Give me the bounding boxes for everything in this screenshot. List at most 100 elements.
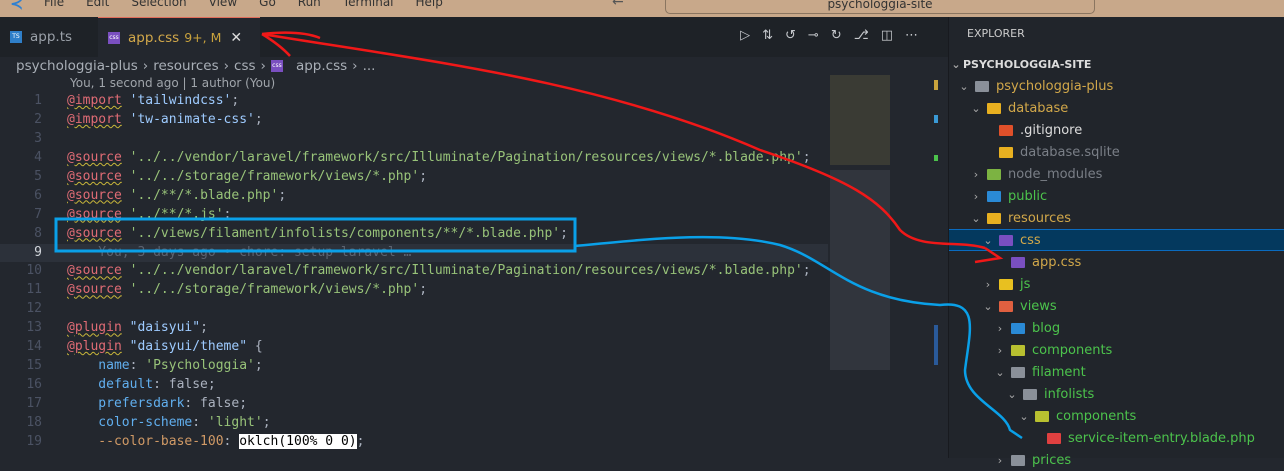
tree-item-label: blog (1032, 320, 1061, 336)
breadcrumb-item[interactable]: app.css (296, 58, 347, 74)
folder-icon (975, 80, 989, 92)
code-line[interactable]: 10 @source '../../vendor/laravel/framewor… (0, 262, 828, 281)
tree-item[interactable]: app.css (949, 251, 1284, 273)
tree-item[interactable]: ⌄ infolists (949, 383, 1284, 405)
code-editor[interactable]: 1 @import 'tailwindcss'; 2 @import 'tw-anim… (0, 92, 828, 452)
tree-item[interactable]: ⌄ views (949, 295, 1284, 317)
tree-item[interactable]: › components (949, 339, 1284, 361)
code-line[interactable]: 9 You, 3 days ago • chore: setup laravel… (0, 243, 828, 263)
menu-go[interactable]: Go (259, 0, 276, 9)
menu-view[interactable]: View (209, 0, 237, 9)
workspace-root[interactable]: ⌄ PSYCHOLOGGIA-SITE (949, 53, 1284, 75)
tree-item-label: database.sqlite (1020, 144, 1120, 160)
menu-run[interactable]: Run (298, 0, 321, 9)
token: prefersdark (67, 396, 185, 411)
tree-item[interactable]: ⌄ components (949, 405, 1284, 427)
line-number: 1 (34, 93, 42, 108)
line-text: @source '../../storage/framework/views/*… (67, 168, 427, 187)
folder-icon (999, 234, 1013, 246)
line-number: 5 (34, 168, 42, 184)
split-editor-icon[interactable]: ◫ (881, 28, 893, 43)
tree-item[interactable]: ⌄ css (949, 229, 1284, 251)
code-line[interactable]: 8 @source '../views/filament/infolists/co… (0, 225, 828, 244)
code-line[interactable]: 14 @plugin "daisyui/theme" { (0, 338, 828, 357)
tree-item[interactable]: ⌄ resources (949, 207, 1284, 229)
tree-item[interactable]: .gitignore (949, 119, 1284, 141)
editor-actions: ▷ ⇅ ↺ ⊸ ↻ ⎇ ◫ ⋯ (740, 28, 918, 43)
back-arrow-icon[interactable]: ← (612, 0, 624, 10)
token: '../../vendor/laravel/framework/src/Illu… (129, 263, 803, 279)
line-text: @import 'tailwindcss'; (67, 92, 239, 111)
token: ; (802, 149, 811, 165)
code-line[interactable]: 3 (0, 130, 828, 149)
code-line[interactable]: 4 @source '../../vendor/laravel/framework… (0, 149, 828, 168)
commit-icon[interactable]: ⊸ (808, 28, 819, 43)
line-number: 12 (26, 301, 42, 317)
token: 'tw-animate-css' (129, 111, 255, 127)
revert-icon[interactable]: ↺ (785, 28, 796, 43)
token: : (129, 358, 146, 374)
token: @source (67, 263, 122, 279)
line-text: @plugin "daisyui"; (67, 319, 208, 338)
menu-help[interactable]: Help (416, 0, 443, 9)
tree-item[interactable]: database.sqlite (949, 141, 1284, 163)
token: oklch(100% 0 0) (239, 433, 357, 449)
forward-icon[interactable]: ↻ (831, 28, 842, 43)
menu-terminal[interactable]: Terminal (343, 0, 394, 9)
tree-item[interactable]: › public (949, 185, 1284, 207)
line-number: 3 (34, 130, 42, 146)
close-icon[interactable]: ✕ (230, 30, 242, 46)
code-line[interactable]: 6 @source '../**/*.blade.php'; (0, 187, 828, 206)
line-number: 14 (26, 339, 42, 355)
run-icon[interactable]: ▷ (740, 28, 750, 43)
tree-item[interactable]: ⌄ filament (949, 361, 1284, 383)
breadcrumb-item[interactable]: css (234, 58, 256, 74)
tree-item[interactable]: › js (949, 273, 1284, 295)
code-line[interactable]: 18 color-scheme: 'light'; (0, 414, 828, 433)
tree-item[interactable]: › prices (949, 449, 1284, 471)
line-number: 9 (34, 244, 42, 260)
tree-item[interactable]: › node_modules (949, 163, 1284, 185)
code-line[interactable]: 1 @import 'tailwindcss'; (0, 92, 828, 111)
line-text: @source '../views/filament/infolists/com… (67, 225, 568, 244)
code-line[interactable]: 16 default: false; (0, 376, 828, 395)
menu-selection[interactable]: Selection (131, 0, 186, 9)
compare-icon[interactable]: ⇅ (762, 28, 773, 43)
code-line[interactable]: 17 prefersdark: false; (0, 395, 828, 414)
token: "daisyui" (129, 320, 201, 336)
code-line[interactable]: 11 @source '../../storage/framework/views… (0, 281, 828, 300)
code-line[interactable]: 5 @source '../../storage/framework/views/… (0, 168, 828, 187)
code-line[interactable]: 2 @import 'tw-animate-css'; (0, 111, 828, 130)
menu-edit[interactable]: Edit (86, 0, 109, 9)
tree-item[interactable]: service-item-entry.blade.php (949, 427, 1284, 449)
file-icon (999, 146, 1013, 158)
command-center-search[interactable]: psychologgia-site (665, 0, 1095, 14)
chevron-down-icon: ⌄ (971, 211, 981, 225)
code-line[interactable]: 13 @plugin "daisyui"; (0, 319, 828, 338)
minimap[interactable] (828, 75, 946, 458)
breadcrumb-item[interactable]: psychologgia-plus (16, 58, 138, 74)
code-line[interactable]: 15 name: 'Psychologgia'; (0, 357, 828, 376)
breadcrumb-item[interactable]: resources (153, 58, 218, 74)
tree-item-label: components (1032, 342, 1113, 358)
code-line[interactable]: 19 --color-base-100: oklch(100% 0 0); (0, 433, 828, 452)
line-text: color-scheme: 'light'; (67, 414, 270, 433)
tab-app-ts[interactable]: TS app.ts (0, 17, 98, 57)
tab-app-css[interactable]: css app.css 9+, M ✕ (98, 17, 260, 57)
codelens-blame[interactable]: You, 1 second ago | 1 author (You) (70, 76, 275, 90)
code-line[interactable]: 12 (0, 300, 828, 319)
breadcrumb-item[interactable]: ... (363, 58, 376, 74)
chevron-down-icon: ⌄ (983, 233, 993, 247)
tree-item[interactable]: ⌄ psychologgia-plus (949, 75, 1284, 97)
more-icon[interactable]: ⋯ (905, 28, 918, 43)
tree-item[interactable]: › blog (949, 317, 1284, 339)
token: 'Psychologgia' (145, 358, 255, 374)
token: ; (419, 168, 428, 184)
code-line[interactable]: 7 @source '../**/*.js'; (0, 206, 828, 225)
tree-item[interactable]: ⌄ database (949, 97, 1284, 119)
menu-file[interactable]: File (44, 0, 64, 9)
chevron-down-icon: ⌄ (959, 79, 969, 93)
folder-icon (1011, 454, 1025, 466)
graph-icon[interactable]: ⎇ (854, 28, 869, 43)
